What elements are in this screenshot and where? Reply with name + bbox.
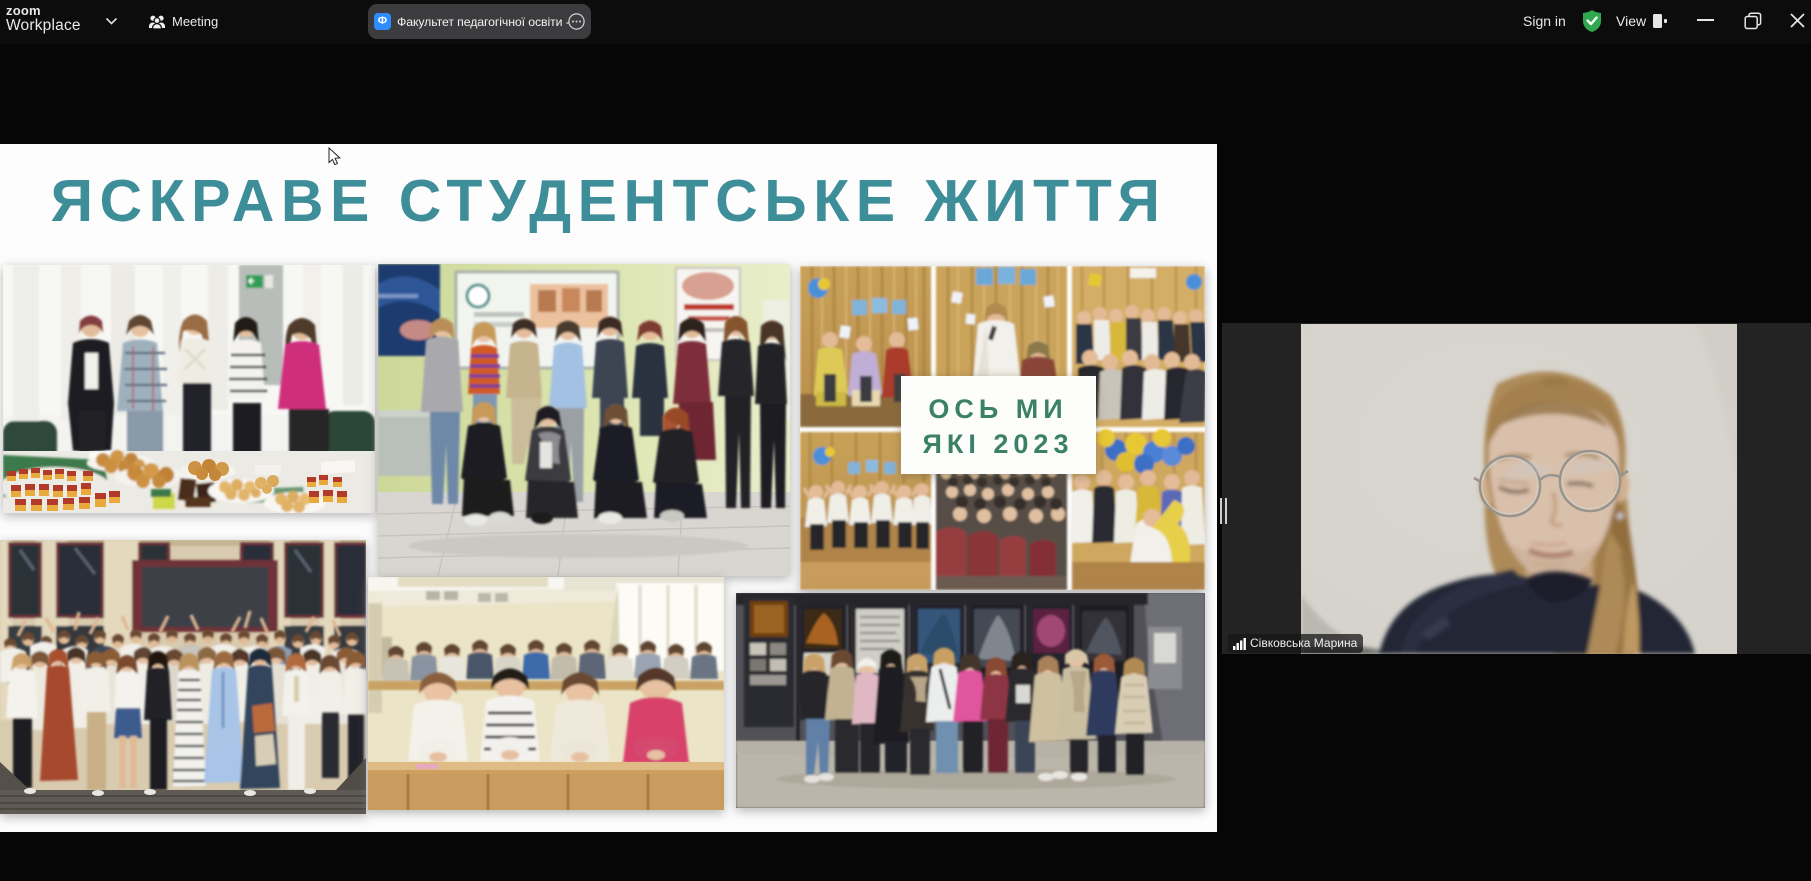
svg-text:ЯКІ 2023: ЯКІ 2023 bbox=[923, 429, 1074, 459]
svg-text:ОСЬ МИ: ОСЬ МИ bbox=[928, 394, 1067, 424]
